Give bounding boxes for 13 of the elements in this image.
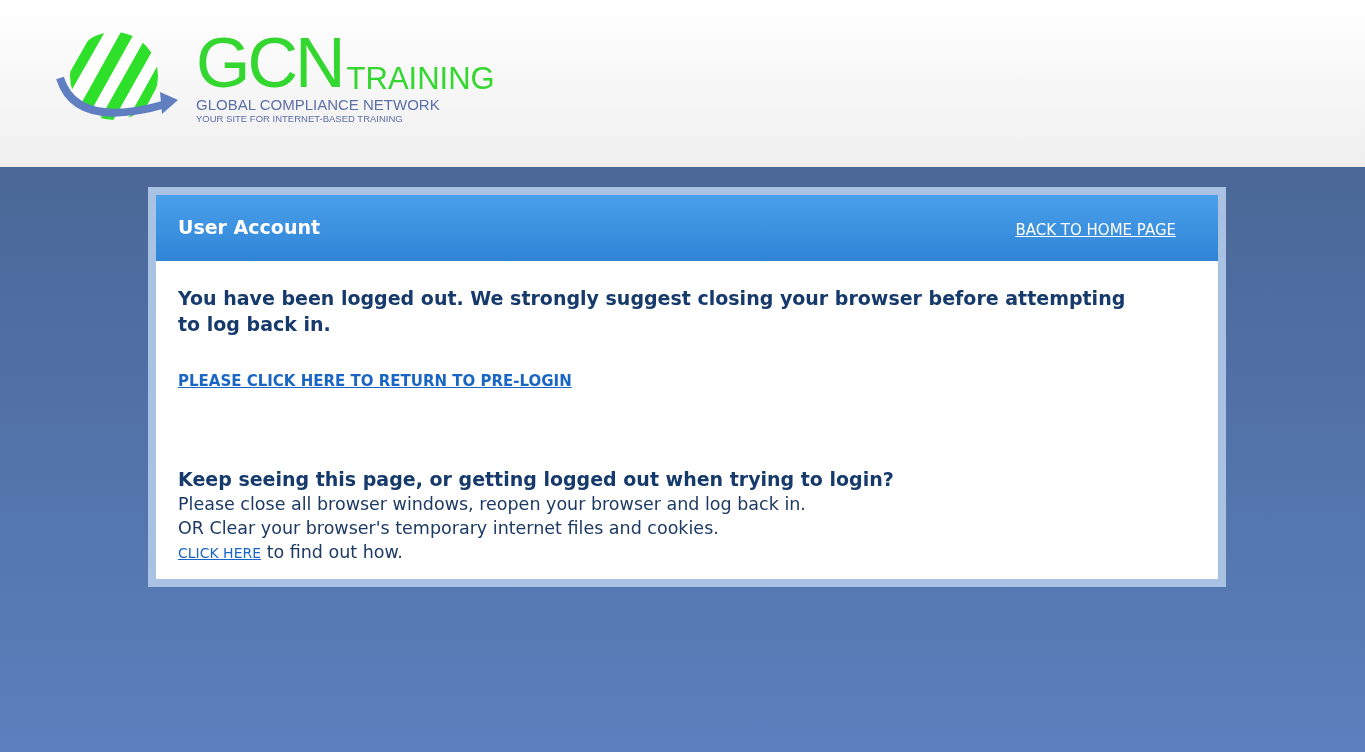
help-heading: Keep seeing this page, or getting logged out when trying to login? bbox=[178, 467, 895, 492]
home-link[interactable]: BACK TO HOME PAGE bbox=[1015, 221, 1176, 239]
help-link[interactable]: CLICK HERE bbox=[178, 545, 262, 561]
panel-title: User Account bbox=[178, 216, 321, 238]
logo-name: GLOBAL COMPLIANCE NETWORK bbox=[196, 95, 441, 113]
logo-mark: GCN bbox=[196, 34, 343, 94]
logo-tagline: YOUR SITE FOR INTERNET-BASED TRAINING bbox=[196, 112, 404, 124]
logout-message: You have been logged out. We strongly suggest closing your browser before attempting to log back in. bbox=[178, 286, 1127, 337]
logo-word: TRAINING bbox=[346, 62, 495, 94]
help-text: OR Clear your browser's temporary internet files and cookies. bbox=[178, 517, 720, 540]
help-text: CLICK HERE to find out how. bbox=[178, 541, 404, 564]
pre-login-link[interactable]: PLEASE CLICK HERE TO RETURN TO PRE-LOGIN bbox=[178, 372, 572, 390]
help-text: Please close all browser windows, reopen your browser and log back in. bbox=[178, 493, 807, 516]
